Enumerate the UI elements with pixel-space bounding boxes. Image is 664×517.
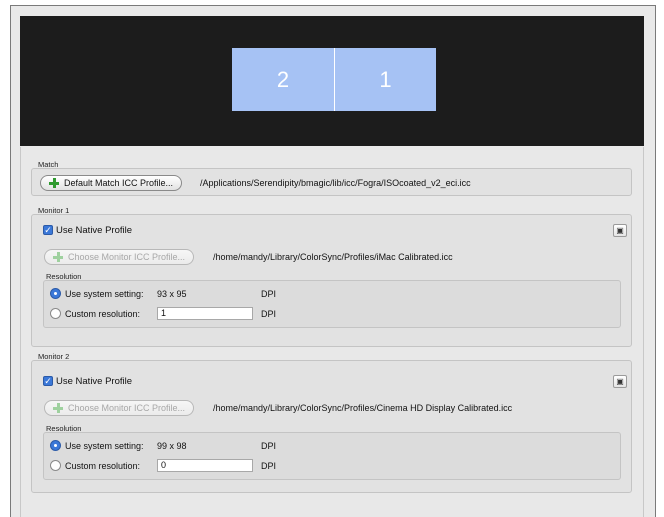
display-identify-icon[interactable]: ▣: [613, 375, 627, 388]
use-system-setting-label-2: Use system setting:: [65, 441, 144, 451]
monitor-2-resolution-group: Use system setting: 99 x 98 DPI Custom r…: [43, 432, 621, 480]
system-dpi-unit-1: DPI: [261, 289, 277, 299]
monitor-1-resolution-group: Use system setting: 93 x 95 DPI Custom r…: [43, 280, 621, 328]
custom-resolution-label-1: Custom resolution:: [65, 309, 141, 319]
custom-resolution-radio-1[interactable]: [50, 308, 61, 319]
use-system-setting-radio-1[interactable]: [50, 288, 61, 299]
custom-resolution-input-1[interactable]: 1: [157, 307, 253, 320]
system-resolution-value-2: 99 x 98: [157, 441, 187, 451]
use-native-profile-label-1: Use Native Profile: [56, 225, 133, 236]
default-match-button-label: Default Match ICC Profile...: [64, 178, 174, 188]
default-match-icc-profile-button[interactable]: Default Match ICC Profile...: [40, 175, 183, 191]
use-native-profile-checkbox-2[interactable]: ✓: [43, 376, 53, 386]
settings-panel: Match Default Match ICC Profile... /Appl…: [20, 147, 644, 517]
choose-monitor-icc-profile-button-2[interactable]: Choose Monitor ICC Profile...: [44, 400, 195, 416]
system-resolution-value-1: 93 x 95: [157, 289, 187, 299]
custom-dpi-unit-2: DPI: [261, 461, 277, 471]
choose-monitor-button-label-2: Choose Monitor ICC Profile...: [68, 403, 186, 413]
choose-monitor-icc-profile-button-1[interactable]: Choose Monitor ICC Profile...: [44, 249, 195, 265]
plus-icon: [49, 178, 59, 188]
custom-resolution-input-2[interactable]: 0: [157, 459, 253, 472]
monitor-2-group: ✓ Use Native Profile ▣ Choose Monitor IC…: [31, 360, 632, 493]
monitor-2-profile-path: /home/mandy/Library/ColorSync/Profiles/C…: [213, 403, 513, 413]
use-native-profile-label-2: Use Native Profile: [56, 376, 133, 387]
monitor-1-thumbnail[interactable]: 1: [334, 48, 436, 111]
monitor-1-number: 1: [379, 66, 392, 92]
checkmark-icon: ✓: [44, 376, 52, 386]
monitor-2-thumbnail[interactable]: 2: [232, 48, 334, 111]
display-identify-icon[interactable]: ▣: [613, 224, 627, 237]
use-native-profile-checkbox-1[interactable]: ✓: [43, 225, 53, 235]
system-dpi-unit-2: DPI: [261, 441, 277, 451]
display-arrangement-area[interactable]: 2 1: [20, 16, 644, 146]
match-group: Default Match ICC Profile... /Applicatio…: [31, 168, 632, 196]
use-system-setting-label-1: Use system setting:: [65, 289, 144, 299]
custom-resolution-label-2: Custom resolution:: [65, 461, 141, 471]
monitor-2-number: 2: [276, 66, 290, 92]
monitor-1-group: ✓ Use Native Profile ▣ Choose Monitor IC…: [31, 214, 632, 347]
monitor-1-profile-path: /home/mandy/Library/ColorSync/Profiles/i…: [213, 252, 453, 262]
choose-monitor-button-label-1: Choose Monitor ICC Profile...: [68, 252, 186, 262]
plus-icon: [53, 252, 63, 262]
checkmark-icon: ✓: [44, 225, 52, 235]
custom-dpi-unit-1: DPI: [261, 309, 277, 319]
plus-icon: [53, 403, 63, 413]
match-profile-path: /Applications/Serendipity/bmagic/lib/icc…: [200, 178, 471, 188]
use-system-setting-radio-2[interactable]: [50, 440, 61, 451]
custom-resolution-radio-2[interactable]: [50, 460, 61, 471]
